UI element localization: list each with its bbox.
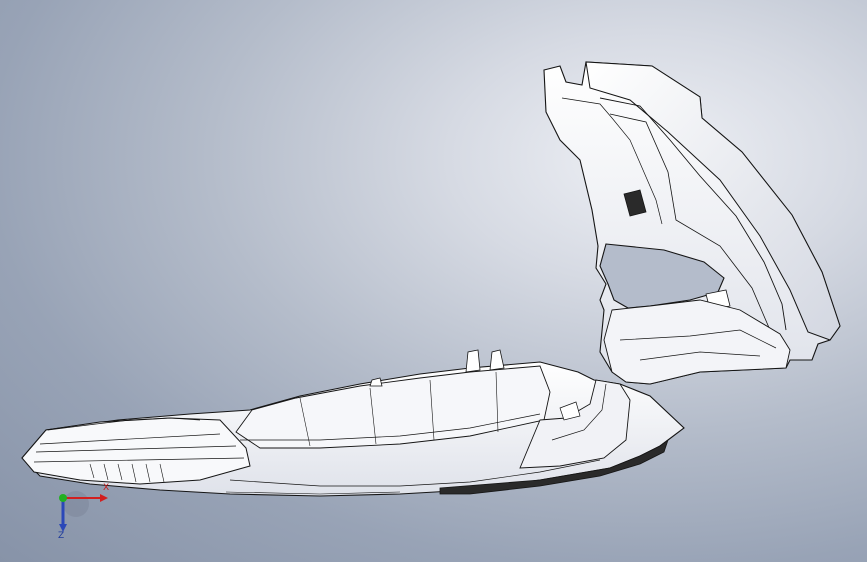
base-tab-3 — [489, 349, 505, 371]
triad-axes — [59, 491, 108, 532]
triad-shadow — [63, 491, 89, 517]
x-axis-label: X — [103, 483, 110, 493]
cad-model[interactable] — [0, 0, 867, 562]
x-axis-arrowhead — [100, 494, 108, 502]
y-axis-dot — [59, 494, 67, 502]
graphics-viewport[interactable]: X Z — [0, 0, 867, 562]
base-tab-1 — [369, 377, 383, 387]
z-axis-label: Z — [58, 531, 65, 541]
orientation-triad: X Z — [36, 476, 126, 556]
front-nose — [21, 417, 251, 485]
base-tab-2 — [465, 349, 481, 373]
